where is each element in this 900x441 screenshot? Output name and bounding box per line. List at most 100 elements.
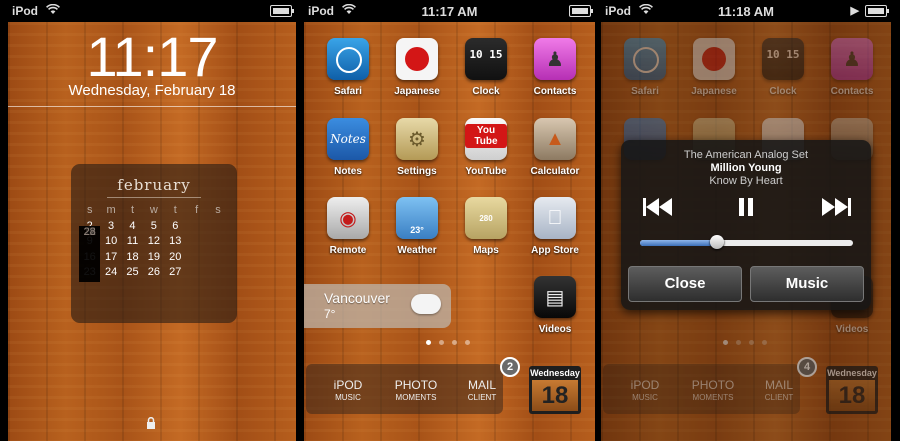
status-bar: iPod 11:18 AM ▶ <box>601 0 891 22</box>
calendar-day: 26 <box>147 266 160 278</box>
safari-icon <box>327 38 369 80</box>
dock-sublabel: MOMENTS <box>395 393 437 402</box>
home-screen: iPod 11:17 AM Safari Japanese 10 15 Cloc… <box>304 0 595 441</box>
app-notes[interactable]: Notes Notes <box>318 118 378 177</box>
app-videos[interactable]: ▤ Videos <box>525 276 585 335</box>
weather-temp: 7° <box>324 307 336 321</box>
dock-photo-moments[interactable]: PHOTO MOMENTS <box>386 378 446 402</box>
weekday-label: s <box>86 204 93 216</box>
calendar-day: 17 <box>104 250 118 263</box>
dock-sublabel: CLIENT <box>467 393 497 402</box>
music-popup-screen: iPod 11:18 AM ▶ Safari Japanese 10 15 Cl… <box>601 0 891 441</box>
app-settings[interactable]: ⚙ Settings <box>387 118 447 177</box>
lock-time: 11:17 <box>86 25 219 88</box>
dock-ipod-music[interactable]: iPOD MUSIC <box>318 378 378 402</box>
status-bar: iPod <box>8 0 296 22</box>
app-label: YouTube <box>465 166 507 177</box>
calendar-day: 5 <box>150 219 157 232</box>
calendar-day: 12 <box>147 235 160 247</box>
pause-icon[interactable] <box>737 196 755 224</box>
mail-badge: 2 <box>500 357 520 377</box>
app-calculator[interactable]: ▲ Calculator <box>525 118 585 177</box>
maps-glyph: 280 <box>479 213 493 223</box>
weekday-label: t <box>173 204 177 216</box>
cloud-icon <box>411 294 441 314</box>
dock-mail-client[interactable]: MAIL CLIENT <box>452 378 512 402</box>
weekday-label: m <box>106 204 116 216</box>
clock-digits: 10 15 <box>469 47 503 61</box>
calendar-day: 10 <box>104 235 118 247</box>
lock-icon[interactable] <box>146 416 156 432</box>
calendar-day: 6 <box>172 219 179 232</box>
previous-track-icon[interactable] <box>643 196 673 224</box>
status-time: 11:18 AM <box>718 4 774 19</box>
weekday-label: f <box>195 204 199 216</box>
calendar-week: 1 2 3 4 5 6 7 <box>79 219 229 282</box>
status-bar: iPod 11:17 AM <box>304 0 595 22</box>
app-label: Clock <box>472 86 500 97</box>
app-label: Calculator <box>530 166 580 177</box>
app-label: Contacts <box>533 86 577 97</box>
dock-label: MAIL <box>467 378 496 392</box>
app-label: Notes <box>334 166 362 177</box>
song-title: Million Young <box>710 162 782 174</box>
calendar-weekday-row: s m t w t f s <box>79 204 229 220</box>
calendar-grid: s m t w t f s 1 2 3 4 5 6 7 8 9 10 11 12… <box>79 204 229 282</box>
youtube-icon: You Tube <box>465 118 507 160</box>
music-button[interactable]: Music <box>750 266 864 302</box>
close-button[interactable]: Close <box>628 266 742 302</box>
dock-label: PHOTO <box>394 378 438 392</box>
calendar-month: february <box>117 176 191 194</box>
song-artist: The American Analog Set <box>683 149 809 161</box>
now-playing-popup: The American Analog Set Million Young Kn… <box>621 140 871 310</box>
app-label: Maps <box>473 245 499 256</box>
app-youtube[interactable]: You Tube YouTube <box>456 118 516 177</box>
calendar-day: 24 <box>104 266 118 278</box>
page-dot <box>452 340 457 345</box>
app-clock[interactable]: 10 15 Clock <box>456 38 516 97</box>
app-label: Safari <box>334 86 362 97</box>
app-label: Settings <box>397 166 437 177</box>
dock: iPOD MUSIC PHOTO MOMENTS MAIL CLIENT <box>306 364 503 414</box>
app-maps[interactable]: 280 Maps <box>456 197 516 256</box>
date-widget[interactable]: Wednesday 18 <box>529 366 581 414</box>
wifi-icon <box>46 3 60 18</box>
app-japanese[interactable]: Japanese <box>387 38 447 97</box>
app-remote[interactable]: ◉ Remote <box>318 197 378 256</box>
calendar-day: 18 <box>126 250 139 263</box>
app-app-store[interactable]:  App Store <box>525 197 585 256</box>
app-safari[interactable]: Safari <box>318 38 378 97</box>
calendar-day: 20 <box>169 250 182 263</box>
volume-slider[interactable] <box>640 235 853 249</box>
app-weather[interactable]: 23° Weather <box>387 197 447 256</box>
japanese-icon <box>396 38 438 80</box>
weather-widget[interactable]: Vancouver 7° <box>304 284 451 328</box>
date-weekday: Wednesday <box>530 368 580 378</box>
contacts-icon: ♟ <box>534 38 576 80</box>
song-album: Know By Heart <box>709 175 783 187</box>
calendar-day: 27 <box>169 266 182 278</box>
youtube-glyph: You Tube <box>465 124 507 148</box>
divider <box>8 106 296 107</box>
weekday-label: t <box>130 204 134 216</box>
app-label: Videos <box>538 324 572 335</box>
status-time: 11:17 AM <box>421 4 478 19</box>
weather-icon: 23° <box>396 197 438 239</box>
page-dots[interactable] <box>426 340 470 345</box>
page-dot <box>465 340 470 345</box>
next-track-icon[interactable] <box>821 196 851 224</box>
calculator-icon: ▲ <box>534 118 576 160</box>
date-day: 18 <box>532 380 578 411</box>
calendar-day: 4 <box>129 219 136 232</box>
play-icon: ▶ <box>850 5 859 17</box>
volume-knob[interactable] <box>709 235 724 249</box>
settings-icon: ⚙ <box>396 118 438 160</box>
app-contacts[interactable]: ♟ Contacts <box>525 38 585 97</box>
notes-icon: Notes <box>327 118 369 160</box>
clock-icon: 10 15 <box>465 38 507 80</box>
dock-label: iPOD <box>333 378 363 392</box>
weather-city: Vancouver <box>324 290 390 306</box>
notes-glyph: Notes <box>330 132 366 146</box>
app-label: App Store <box>531 245 579 256</box>
battery-icon <box>270 5 294 17</box>
